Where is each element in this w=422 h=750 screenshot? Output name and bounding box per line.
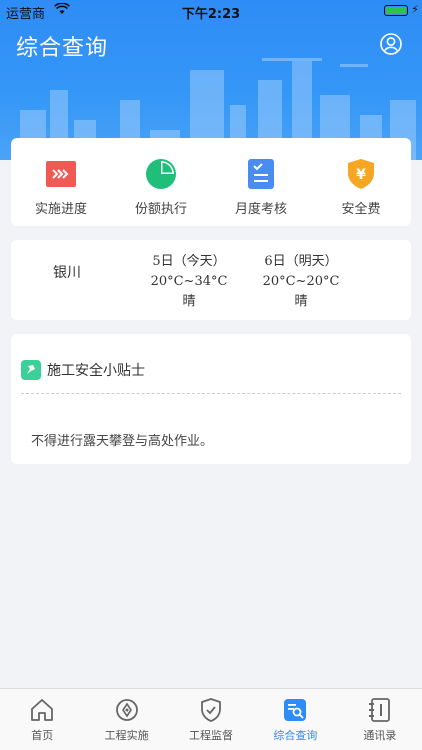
tab-contacts[interactable]: 通讯录 <box>338 689 422 750</box>
tab-label: 综合查询 <box>273 729 318 742</box>
weather-city: 银川 <box>53 265 81 281</box>
user-profile-icon[interactable] <box>380 33 402 55</box>
weather-day-tomorrow: 6日（明天） 20°C~20°C 晴 <box>251 252 351 312</box>
shield-check-icon <box>201 698 221 722</box>
pie-chart-icon <box>146 159 176 189</box>
svg-text:¥: ¥ <box>356 167 366 183</box>
tab-comprehensive-query[interactable]: 综合查询 <box>253 689 337 750</box>
menu-item-share-execution[interactable]: 份额执行 <box>111 138 211 226</box>
menu-item-safety-fee[interactable]: ¥ 安全费 <box>311 138 411 226</box>
weather-condition: 晴 <box>294 294 308 309</box>
tab-project-supervision[interactable]: 工程监督 <box>169 689 253 750</box>
tab-label: 工程监督 <box>189 729 234 742</box>
tab-label: 工程实施 <box>104 729 149 742</box>
battery-icon <box>384 5 408 16</box>
menu-item-monthly-review[interactable]: 月度考核 <box>211 138 311 226</box>
menu-item-label: 安全费 <box>341 202 381 217</box>
tab-bar: 首页 工程实施 工程监督 综合查询 通讯录 <box>0 688 422 750</box>
tab-label: 通讯录 <box>363 729 397 742</box>
tab-label: 首页 <box>31 729 54 742</box>
weather-temp: 20°C~34°C <box>150 274 228 289</box>
home-icon <box>31 699 54 721</box>
tips-header: 施工安全小贴士 <box>21 360 145 380</box>
compass-icon <box>115 699 138 721</box>
status-bar: 运营商 下午2:23 ⚡ <box>0 0 422 22</box>
tab-home[interactable]: 首页 <box>0 689 84 750</box>
weather-card: 银川 5日（今天） 20°C~34°C 晴 6日（明天） 20°C~20°C 晴 <box>11 240 411 320</box>
progress-icon <box>46 161 76 187</box>
menu-item-progress[interactable]: 实施进度 <box>11 138 111 226</box>
menu-item-label: 实施进度 <box>34 202 87 217</box>
weather-date: 6日（明天） <box>264 254 338 269</box>
page-title: 综合查询 <box>16 36 109 61</box>
charging-icon: ⚡ <box>411 3 419 16</box>
quick-menu-card: 实施进度 份额执行 月度考核 ¥ 安全费 <box>11 138 411 226</box>
contacts-icon <box>368 698 390 722</box>
safety-tips-card: 施工安全小贴士 不得进行露天攀登与高处作业。 <box>11 334 411 464</box>
divider <box>21 393 401 394</box>
tab-project-implementation[interactable]: 工程实施 <box>84 689 168 750</box>
weather-temp: 20°C~20°C <box>262 274 340 289</box>
search-doc-icon <box>284 699 307 721</box>
menu-item-label: 月度考核 <box>234 202 287 217</box>
status-time: 下午2:23 <box>181 7 241 22</box>
weather-date: 5日（今天） <box>152 254 226 269</box>
header: 运营商 下午2:23 ⚡ 综合查询 <box>0 0 422 160</box>
weather-condition: 晴 <box>182 294 196 309</box>
weather-day-today: 5日（今天） 20°C~34°C 晴 <box>139 252 239 312</box>
tips-content: 不得进行露天攀登与高处作业。 <box>31 434 214 449</box>
tips-title: 施工安全小贴士 <box>47 363 145 379</box>
yuan-shield-icon: ¥ <box>348 159 374 189</box>
pin-icon <box>21 360 41 380</box>
checklist-icon <box>248 159 274 189</box>
menu-item-label: 份额执行 <box>134 202 187 217</box>
